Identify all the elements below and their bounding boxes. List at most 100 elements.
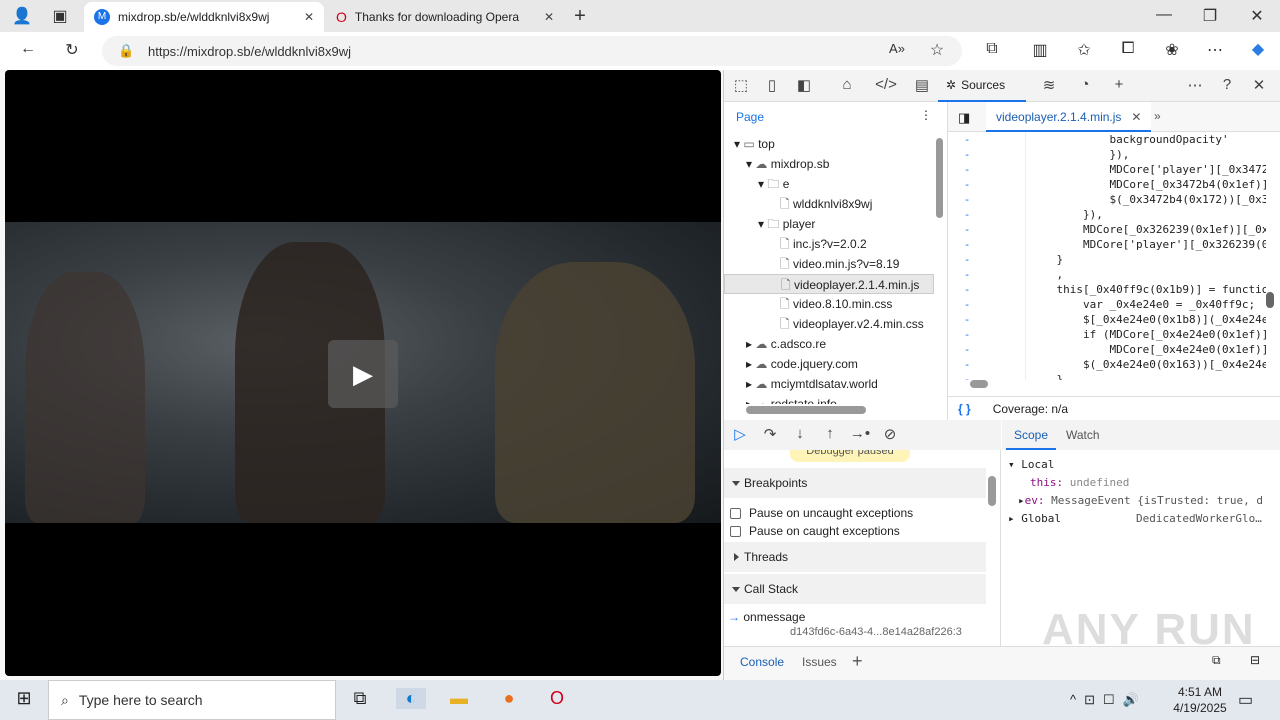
expand-arrow-icon[interactable]: ▾ (758, 217, 764, 231)
close-file-icon[interactable]: ✕ (1131, 102, 1141, 130)
threads-section[interactable]: Threads (724, 542, 986, 572)
performance-icon[interactable]: ❀ (1160, 40, 1184, 60)
navigator-menu-icon[interactable]: ⋮ (920, 108, 932, 122)
network-icon[interactable]: ≋ (1038, 76, 1060, 94)
deactivate-breakpoints-icon[interactable]: ⊘ (879, 425, 901, 443)
close-drawer-icon[interactable]: ⊟ (1250, 653, 1260, 667)
favorite-star-icon[interactable]: ☆ (925, 40, 949, 60)
tree-item[interactable]: 🗋 video.min.js?v=8.19 (724, 254, 934, 274)
tree-item[interactable]: 🗋 videoplayer.2.1.4.min.js (724, 274, 934, 294)
call-frame[interactable]: → onmessage (728, 610, 805, 624)
expand-arrow-icon[interactable]: ▾ (758, 177, 764, 191)
elements-icon[interactable]: </> (875, 76, 897, 93)
tree-item[interactable]: ▸ ☁ c.adsco.re (724, 334, 934, 354)
code-vertical-scrollbar[interactable] (1266, 292, 1274, 308)
tree-item[interactable]: 🗋 wlddknlvi8x9wj (724, 194, 934, 214)
tab-issues[interactable]: Issues (802, 655, 837, 669)
tree-item[interactable]: ▾ 🗀 player (724, 214, 934, 234)
split-screen-icon[interactable]: ▥ (1028, 40, 1052, 60)
resume-icon[interactable]: ▷ (729, 425, 751, 443)
expand-arrow-icon[interactable] (770, 237, 777, 251)
more-tools-icon[interactable]: + (1108, 76, 1130, 93)
firefox-icon[interactable]: ● (494, 688, 524, 709)
step-into-icon[interactable]: ↓ (789, 425, 811, 442)
expand-arrow-icon[interactable] (770, 297, 777, 311)
refresh-icon[interactable]: ↻ (60, 40, 84, 60)
video-player[interactable]: ▶ (5, 70, 721, 676)
minimize-icon[interactable]: — (1152, 6, 1176, 24)
toggle-navigator-icon[interactable]: ◨ (958, 110, 970, 126)
pause-uncaught-checkbox[interactable]: Pause on uncaught exceptions (730, 506, 913, 520)
task-view-icon[interactable]: ⧉ (345, 688, 375, 709)
console-icon[interactable]: ▤ (911, 76, 933, 94)
taskbar-search[interactable]: ⌕ Type here to search (48, 680, 336, 720)
undock-drawer-icon[interactable]: ⧉ (1212, 653, 1221, 668)
expand-arrow-icon[interactable]: ▾ (734, 137, 740, 151)
pretty-print-icon[interactable]: { } (958, 402, 971, 416)
performance-icon[interactable]: ◔ (1074, 76, 1096, 93)
url-input[interactable]: 🔒 https://mixdrop.sb/e/wlddknlvi8x9wj (102, 36, 962, 66)
scope-global[interactable]: ▸ Global DedicatedWorkerGlo… (1008, 510, 1280, 528)
tree-item[interactable]: ▸ ☁ rodstate.info (724, 394, 934, 404)
tray-icons[interactable]: ^⊡☐🔊 (1070, 692, 1147, 708)
tree-item[interactable]: 🗋 inc.js?v=2.0.2 (724, 234, 934, 254)
close-devtools-icon[interactable]: ✕ (1248, 76, 1270, 94)
more-icon[interactable]: ⋯ (1203, 40, 1227, 60)
tree-item[interactable]: ▾ ☁ mixdrop.sb (724, 154, 934, 174)
tree-horizontal-scrollbar[interactable] (746, 406, 866, 414)
file-tab[interactable]: videoplayer.2.1.4.min.js ✕ (986, 102, 1152, 132)
device-toolbar-icon[interactable]: ▯ (761, 76, 783, 94)
help-icon[interactable]: ? (1216, 76, 1238, 93)
scope-local[interactable]: ▾ Local (1008, 456, 1280, 474)
tab-sources[interactable]: ✲ Sources (938, 70, 1026, 102)
debugger-scrollbar[interactable] (988, 476, 996, 506)
tab-console[interactable]: Console (740, 655, 784, 669)
frame-location[interactable]: d143fd6c-6a43-4...8e14a28af226:3 (790, 626, 962, 638)
add-drawer-tab-icon[interactable]: + (852, 651, 863, 672)
expand-arrow-icon[interactable]: ▸ (746, 397, 752, 404)
favorites-icon[interactable]: ✩ (1072, 40, 1096, 60)
expand-arrow-icon[interactable]: ▸ (746, 337, 752, 351)
tree-vertical-scrollbar[interactable] (936, 138, 943, 218)
tab-opera[interactable]: O Thanks for downloading Opera ✕ (326, 2, 564, 32)
extensions-icon[interactable]: ⧉ (980, 40, 1004, 58)
tree-item[interactable]: 🗋 video.8.10.min.css (724, 294, 934, 314)
step-out-icon[interactable]: ↑ (819, 425, 841, 442)
edge-taskbar-icon[interactable]: ◐ (396, 688, 426, 709)
customize-icon[interactable]: ⋯ (1184, 76, 1206, 94)
back-icon[interactable]: ← (16, 40, 40, 58)
tab-page[interactable]: Page (736, 110, 764, 124)
inspect-icon[interactable]: ⬚ (730, 76, 752, 94)
tab-scope[interactable]: Scope (1006, 420, 1057, 450)
tree-item[interactable]: ▸ ☁ mciymtdlsatav.world (724, 374, 934, 394)
expand-arrow-icon[interactable]: ▸ (746, 377, 752, 391)
start-icon[interactable]: ⊞ (9, 688, 39, 709)
new-tab-icon[interactable]: + (568, 5, 592, 28)
call-stack-section[interactable]: Call Stack (724, 574, 986, 604)
file-explorer-icon[interactable]: ▬ (444, 688, 474, 709)
dock-icon[interactable]: ◧ (793, 76, 815, 94)
expand-arrow-icon[interactable]: ▾ (746, 157, 752, 171)
more-tabs-icon[interactable]: » (1154, 109, 1161, 123)
play-button[interactable]: ▶ (328, 340, 398, 408)
notifications-icon[interactable]: ▭ (1238, 690, 1253, 710)
expand-arrow-icon[interactable] (770, 257, 777, 271)
opera-icon[interactable]: O (542, 688, 572, 709)
step-over-icon[interactable]: ↷ (759, 425, 781, 443)
close-window-icon[interactable]: ✕ (1245, 6, 1269, 26)
tree-item[interactable]: ▾ ▭ top (724, 134, 934, 154)
read-aloud-icon[interactable]: A» (885, 41, 909, 56)
close-tab-icon[interactable]: ✕ (544, 10, 554, 24)
copilot-icon[interactable]: ◆ (1246, 39, 1270, 59)
breakpoints-section[interactable]: Breakpoints (724, 468, 986, 498)
expand-arrow-icon[interactable]: ▸ (746, 357, 752, 371)
tab-mixdrop[interactable]: Mmixdrop.sb/e/wlddknlvi8x9wj ✕ (84, 2, 324, 32)
collections-icon[interactable]: ⧠ (1116, 40, 1140, 58)
pause-caught-checkbox[interactable]: Pause on caught exceptions (730, 524, 900, 538)
close-tab-icon[interactable]: ✕ (304, 10, 314, 24)
step-icon[interactable]: →• (849, 425, 871, 442)
clock[interactable]: 4:51 AM 4/19/2025 (1170, 684, 1230, 716)
welcome-home-icon[interactable]: ⌂ (836, 76, 858, 93)
expand-arrow-icon[interactable] (770, 197, 777, 211)
scope-ev[interactable]: ▸ev: MessageEvent {isTrusted: true, d (1008, 492, 1280, 510)
